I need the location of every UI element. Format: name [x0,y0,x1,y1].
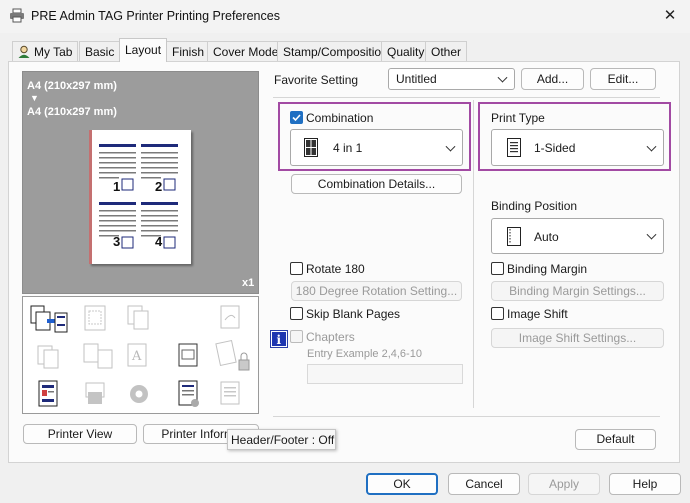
page-number: 1 [113,179,121,194]
print-type-label: Print Type [491,111,545,125]
original-size-label: A4 (210x297 mm) [27,80,117,92]
four-in-one-icon [304,138,318,160]
printer-view-button[interactable]: Printer View [23,424,137,444]
tab-finish[interactable]: Finish [166,41,211,61]
page-margin-icon[interactable] [36,342,62,370]
divider [273,416,660,417]
tab-label: Quality [387,45,425,59]
output-size-label: A4 (210x297 mm) [27,106,117,118]
divider [273,97,660,98]
poster-mode-icon[interactable] [82,304,108,332]
favorite-setting-dropdown[interactable]: Untitled [388,68,515,90]
rotate-180-checkbox[interactable] [290,262,303,275]
booklet-icon[interactable] [125,304,151,332]
chapters-checkbox[interactable] [290,330,303,343]
edit-favorite-button[interactable]: Edit... [590,68,656,90]
binding-edge-marker [89,130,92,264]
default-button[interactable]: Default [575,429,656,450]
tab-basic[interactable]: Basic [79,41,121,61]
tab-quality[interactable]: Quality [381,41,431,61]
overlay-icon[interactable] [82,342,116,370]
header-footer-tooltip: Header/Footer : Off [227,429,336,450]
tab-layout[interactable]: Layout [119,38,168,62]
skip-blank-pages-label: Skip Blank Pages [306,307,401,321]
tab-label: Finish [172,45,205,59]
help-button[interactable]: Help [609,473,681,495]
close-icon[interactable]: ✕ [652,2,688,30]
tab-label: Stamp/Composition [283,45,388,59]
tab-label: Basic [85,45,115,59]
favorite-setting-label: Favorite Setting [274,73,359,87]
combination-label: Combination [306,111,374,125]
add-favorite-button[interactable]: Add... [521,68,584,90]
chapters-example-text: Entry Example 2,4,6-10 [307,348,422,360]
copies-count: x1 [242,277,255,289]
page-number: 2 [155,179,163,194]
copy-guard-icon[interactable] [176,380,202,408]
svg-text:A: A [131,349,142,364]
combination-checkbox[interactable] [290,111,303,124]
image-shift-settings-button[interactable]: Image Shift Settings... [491,328,664,348]
combination-value: 4 in 1 [333,141,363,155]
binding-margin-label: Binding Margin [507,262,588,276]
chapters-input[interactable] [307,364,463,384]
tab-label: My Tab [34,45,73,59]
secure-stamp-icon[interactable] [214,339,252,371]
image-shift-label: Image Shift [507,307,568,321]
paper-preview [89,130,191,264]
print-type-value: 1-Sided [534,141,576,155]
page-number: 4 [155,234,163,249]
header-footer-icon[interactable] [36,380,62,408]
chevron-down-icon [646,141,657,152]
one-sided-icon [507,138,521,160]
favorite-setting-value: Untitled [396,72,437,86]
divider [473,100,474,408]
printer-icon [9,8,25,23]
binding-position-icon [507,227,521,249]
tab-label: Layout [125,43,162,57]
arrow-down-icon: ▼ [30,93,39,103]
binding-position-dropdown[interactable]: Auto [491,218,664,254]
tab-cover-mode[interactable]: Cover Mode [207,41,285,61]
tab-stamp-composition[interactable]: Stamp/Composition [277,41,394,61]
chapters-label: Chapters [306,330,355,344]
window-title: PRE Admin TAG Printer Printing Preferenc… [31,9,280,23]
page-print-icon[interactable] [176,342,202,370]
rotate-180-label: Rotate 180 [306,262,365,276]
chevron-down-icon [497,72,508,83]
binding-margin-settings-button[interactable]: Binding Margin Settings... [491,281,664,301]
binding-position-value: Auto [534,230,559,244]
date-time-icon[interactable] [218,380,244,408]
user-icon [17,45,31,58]
chevron-down-icon [445,141,456,152]
skip-blank-pages-checkbox[interactable] [290,307,303,320]
tab-label: Cover Mode [213,45,279,59]
tab-label: Other [431,45,462,59]
cancel-button[interactable]: Cancel [448,473,520,495]
gear-icon[interactable] [125,380,151,408]
svg-text:i: i [277,333,282,347]
chevron-down-icon [646,229,657,240]
tab-other[interactable]: Other [425,41,468,61]
combination-dropdown[interactable]: 4 in 1 [290,129,463,166]
combination-function-icon[interactable] [30,304,68,333]
watermark-icon[interactable]: A [125,342,151,370]
print-type-dropdown[interactable]: 1-Sided [491,129,664,166]
tab-my-tab[interactable]: My Tab [12,41,79,61]
binding-margin-checkbox[interactable] [491,262,504,275]
page-number: 3 [113,234,121,249]
image-shift-checkbox[interactable] [491,307,504,320]
image-repeat-icon[interactable] [216,304,242,332]
distribution-icon[interactable] [82,380,108,408]
binding-position-label: Binding Position [491,199,578,213]
rotation-setting-button[interactable]: 180 Degree Rotation Setting... [291,281,462,301]
ok-button[interactable]: OK [366,473,438,495]
info-icon[interactable]: i [270,330,288,348]
combination-details-button[interactable]: Combination Details... [291,174,462,194]
apply-button[interactable]: Apply [528,473,600,495]
